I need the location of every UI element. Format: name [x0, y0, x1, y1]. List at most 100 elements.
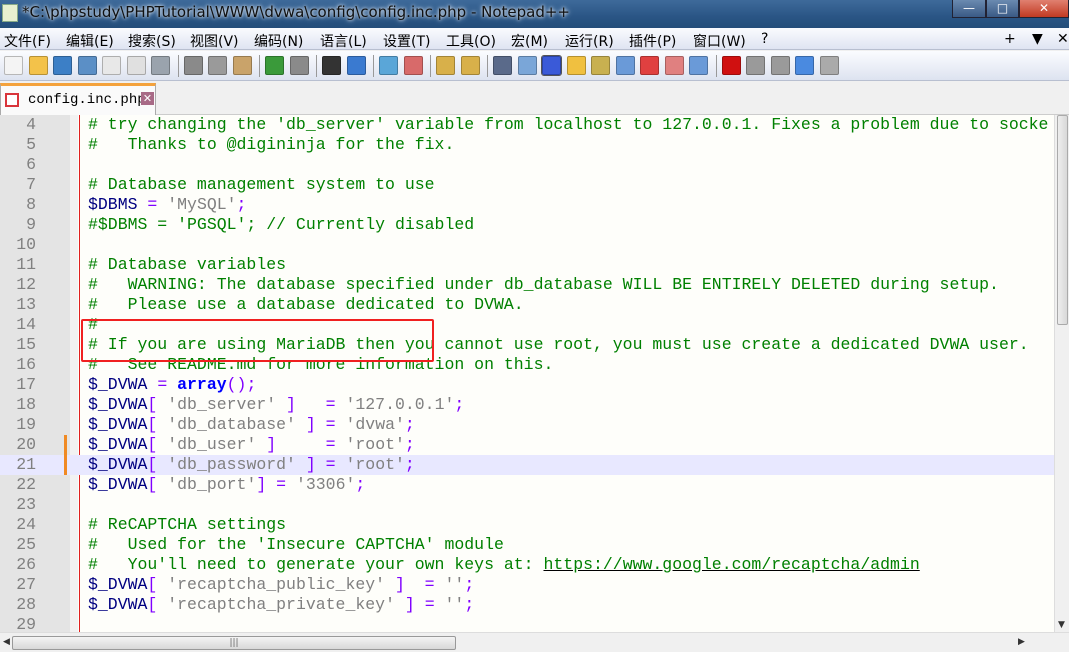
code-line[interactable]: 28 $_DVWA[ 'recaptcha_private_key' ] = ''…: [0, 595, 1054, 615]
copy-icon[interactable]: [208, 56, 227, 75]
tab-close-button[interactable]: ✕: [141, 92, 154, 105]
maximize-button[interactable]: □: [986, 0, 1019, 18]
code-line[interactable]: 17 $_DVWA = array();: [0, 375, 1054, 395]
code-line[interactable]: 13 # Please use a database dedicated to D…: [0, 295, 1054, 315]
token-str: 'dvwa': [345, 415, 405, 434]
menu-item-6[interactable]: 设置(T): [383, 31, 430, 51]
indent-guide-icon[interactable]: [541, 55, 562, 76]
line-number: 28: [16, 595, 36, 614]
macro-record-icon[interactable]: [721, 56, 741, 75]
code-text: # Used for the 'Insecure CAPTCHA' module: [88, 535, 504, 555]
close-file-icon[interactable]: [102, 56, 121, 75]
find-icon[interactable]: [322, 56, 341, 75]
new-file-icon[interactable]: [4, 56, 23, 75]
code-line[interactable]: 12 # WARNING: The database specified unde…: [0, 275, 1054, 295]
menu-item-9[interactable]: 运行(R): [565, 31, 614, 51]
line-number: 26: [16, 555, 36, 574]
token-op: [: [147, 595, 168, 614]
tab-list-button[interactable]: ▼: [1032, 31, 1043, 47]
macro-play-icon[interactable]: [770, 56, 790, 75]
horizontal-scrollbar[interactable]: ◀ ||| ▶: [0, 632, 1069, 652]
menu-item-10[interactable]: 插件(P): [629, 31, 676, 51]
token-url[interactable]: https://www.google.com/recaptcha/admin: [543, 555, 919, 574]
code-line[interactable]: 23: [0, 495, 1054, 515]
line-number: 19: [16, 415, 36, 434]
redo-icon[interactable]: [289, 56, 309, 75]
replace-icon[interactable]: [346, 56, 366, 75]
code-line[interactable]: 27 $_DVWA[ 'recaptcha_public_key' ] = '';: [0, 575, 1054, 595]
code-line[interactable]: 18 $_DVWA[ 'db_server' ] = '127.0.0.1';: [0, 395, 1054, 415]
highlight-annotation-box: [81, 319, 434, 362]
code-editor[interactable]: 4 # try changing the 'db_server' variable…: [0, 115, 1054, 632]
code-line[interactable]: 29: [0, 615, 1054, 632]
code-line[interactable]: 11 # Database variables: [0, 255, 1054, 275]
sync-vertical-icon[interactable]: [436, 56, 455, 75]
code-line[interactable]: 4 # try changing the 'db_server' variable…: [0, 115, 1054, 135]
scroll-left-arrow-icon[interactable]: ◀: [3, 637, 10, 647]
folder-workspace-icon[interactable]: [664, 56, 684, 75]
sync-horizontal-icon[interactable]: [460, 56, 480, 75]
doc-list-icon[interactable]: [615, 56, 635, 75]
doc-map-icon[interactable]: [591, 56, 610, 75]
undo-icon[interactable]: [265, 56, 284, 75]
code-line[interactable]: 6: [0, 155, 1054, 175]
zoom-in-icon[interactable]: [379, 56, 398, 75]
close-all-icon[interactable]: [126, 56, 146, 75]
cut-icon[interactable]: [183, 56, 203, 75]
line-number: 9: [26, 215, 36, 234]
add-tab-button[interactable]: +: [1004, 31, 1016, 47]
tab-config-inc-php[interactable]: config.inc.php ✕: [0, 83, 156, 115]
horizontal-scroll-thumb[interactable]: |||: [12, 636, 456, 650]
menu-item-12[interactable]: ?: [761, 31, 768, 47]
macro-run-multiple-icon[interactable]: [795, 56, 814, 75]
code-line[interactable]: 24 # ReCAPTCHA settings: [0, 515, 1054, 535]
menu-item-3[interactable]: 视图(V): [190, 31, 239, 51]
zoom-out-icon[interactable]: [403, 56, 423, 75]
save-all-icon[interactable]: [77, 56, 97, 75]
menu-item-7[interactable]: 工具(O): [446, 31, 496, 51]
menu-item-1[interactable]: 编辑(E): [66, 31, 114, 51]
code-line[interactable]: 9 #$DBMS = 'PGSQL'; // Currently disabled: [0, 215, 1054, 235]
code-line[interactable]: 19 $_DVWA[ 'db_database' ] = 'dvwa';: [0, 415, 1054, 435]
code-line[interactable]: 8 $DBMS = 'MySQL';: [0, 195, 1054, 215]
code-line[interactable]: 25 # Used for the 'Insecure CAPTCHA' modu…: [0, 535, 1054, 555]
macro-save-icon[interactable]: [819, 56, 839, 75]
print-icon[interactable]: [151, 56, 170, 75]
code-line[interactable]: 20 $_DVWA[ 'db_user' ] = 'root';: [0, 435, 1054, 455]
code-text: # Database management system to use: [88, 175, 435, 195]
close-button[interactable]: ✕: [1019, 0, 1069, 18]
code-text: # try changing the 'db_server' variable …: [88, 115, 1048, 135]
code-line[interactable]: 5 # Thanks to @digininja for the fix.: [0, 135, 1054, 155]
menu-item-5[interactable]: 语言(L): [320, 31, 367, 51]
menu-item-11[interactable]: 窗口(W): [693, 31, 746, 51]
menu-item-2[interactable]: 搜索(S): [128, 31, 176, 51]
code-text: $_DVWA[ 'recaptcha_private_key' ] = '';: [88, 595, 474, 615]
vertical-scroll-thumb[interactable]: [1057, 115, 1068, 325]
token-op: ] =: [385, 575, 445, 594]
show-all-chars-icon[interactable]: [517, 56, 537, 75]
close-tab-button[interactable]: ✕: [1057, 31, 1069, 47]
code-text: $_DVWA[ 'db_port'] = '3306';: [88, 475, 365, 495]
scroll-right-arrow-icon[interactable]: ▶: [1018, 637, 1025, 647]
scroll-down-arrow-icon[interactable]: ▼: [1058, 620, 1065, 630]
line-number: 24: [16, 515, 36, 534]
code-line[interactable]: 22 $_DVWA[ 'db_port'] = '3306';: [0, 475, 1054, 495]
word-wrap-icon[interactable]: [493, 56, 512, 75]
menu-item-0[interactable]: 文件(F): [4, 31, 51, 51]
minimize-button[interactable]: —: [952, 0, 986, 18]
save-icon[interactable]: [53, 56, 72, 75]
macro-stop-icon[interactable]: [746, 56, 765, 75]
menu-item-8[interactable]: 宏(M): [511, 31, 548, 51]
menu-item-4[interactable]: 编码(N): [254, 31, 303, 51]
code-line[interactable]: 21 $_DVWA[ 'db_password' ] = 'root';: [0, 455, 1054, 475]
paste-icon[interactable]: [232, 56, 252, 75]
user-language-icon[interactable]: [566, 56, 586, 75]
token-comment: # Thanks to @digininja for the fix.: [88, 135, 455, 154]
open-file-icon[interactable]: [28, 56, 48, 75]
code-line[interactable]: 7 # Database management system to use: [0, 175, 1054, 195]
code-line[interactable]: 10: [0, 235, 1054, 255]
monitoring-icon[interactable]: [689, 56, 708, 75]
vertical-scrollbar[interactable]: ▼: [1054, 115, 1069, 632]
function-list-icon[interactable]: [640, 56, 659, 75]
code-line[interactable]: 26 # You'll need to generate your own key…: [0, 555, 1054, 575]
